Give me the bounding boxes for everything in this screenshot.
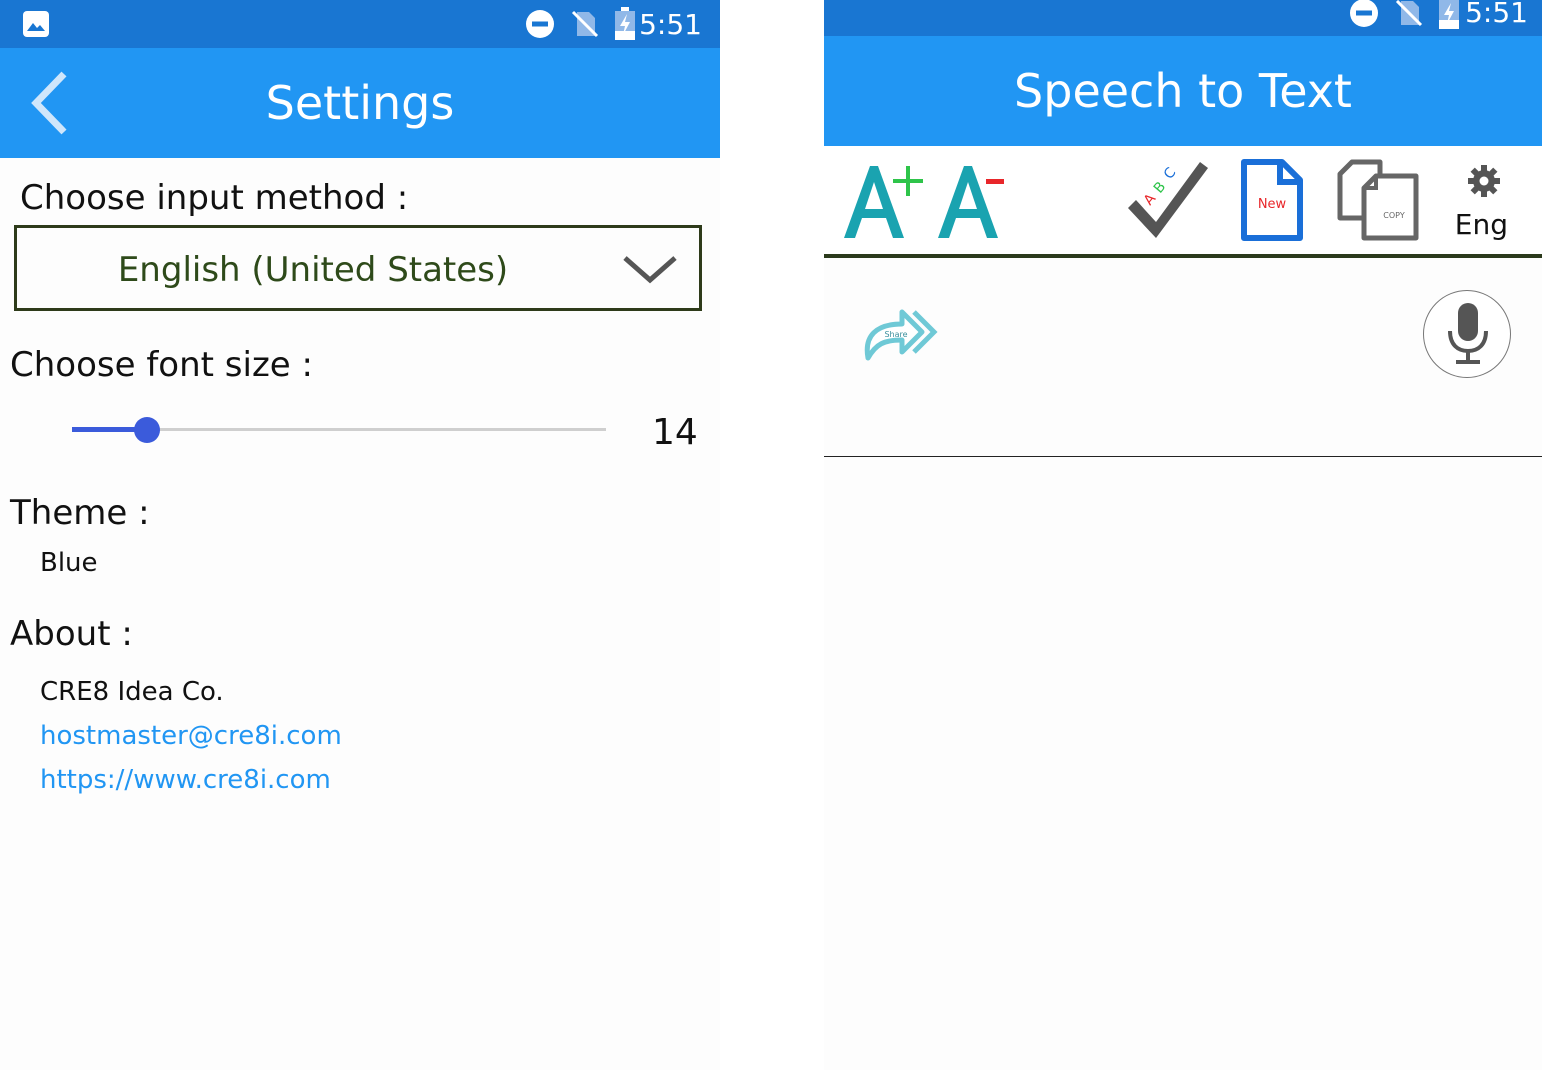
page-title: Speech to Text: [1014, 64, 1352, 118]
about-label: About :: [10, 614, 133, 654]
no-sim-icon: [1395, 0, 1423, 27]
speech-to-text-screen: 5:51 Speech to Text A B C New COPY Eng S…: [824, 0, 1542, 1070]
app-bar: Speech to Text: [824, 36, 1542, 146]
status-clock: 5:51: [639, 8, 702, 41]
spell-letter-b: B: [1151, 179, 1169, 197]
company-name: CRE8 Idea Co.: [40, 677, 224, 707]
toolbar-divider: [824, 254, 1542, 258]
input-method-label: Choose input method :: [20, 178, 409, 218]
spell-letter-a: A: [1141, 191, 1160, 209]
font-size-label: Choose font size :: [10, 345, 313, 385]
share-label: Share: [884, 330, 907, 339]
page-title: Settings: [265, 76, 455, 130]
dnd-icon: [526, 10, 554, 38]
status-bar: 5:51: [824, 0, 1542, 36]
image-icon: [23, 11, 49, 37]
font-increase-icon[interactable]: [842, 160, 924, 242]
language-label[interactable]: Eng: [1455, 208, 1508, 241]
text-area-divider: [824, 456, 1542, 457]
spell-letter-c: C: [1161, 165, 1180, 183]
copy-icon[interactable]: COPY: [1336, 158, 1420, 242]
new-document-icon[interactable]: New: [1240, 158, 1304, 242]
chevron-down-icon: [623, 256, 677, 284]
font-size-slider-thumb[interactable]: [133, 417, 160, 443]
font-decrease-icon[interactable]: [936, 160, 1018, 242]
settings-screen: 5:51 Settings Choose input method : Engl…: [0, 0, 720, 1070]
theme-label: Theme :: [10, 493, 150, 533]
new-label: New: [1258, 197, 1287, 212]
status-clock: 5:51: [1465, 0, 1528, 29]
input-method-value: English (United States): [117, 250, 509, 290]
font-size-value: 14: [652, 412, 698, 453]
website-link[interactable]: https://www.cre8i.com: [40, 765, 331, 795]
theme-value[interactable]: Blue: [40, 548, 98, 578]
dnd-icon: [1350, 0, 1378, 27]
battery-icon: [1439, 0, 1459, 29]
battery-icon: [615, 7, 635, 40]
app-bar: Settings: [0, 48, 720, 158]
spell-check-icon[interactable]: A B C: [1122, 156, 1210, 244]
copy-label: COPY: [1383, 211, 1405, 220]
no-sim-icon: [571, 10, 599, 38]
microphone-icon: [1448, 303, 1488, 364]
share-icon[interactable]: Share: [862, 308, 938, 364]
microphone-button[interactable]: [1423, 290, 1511, 378]
email-link[interactable]: hostmaster@cre8i.com: [40, 721, 342, 751]
gear-icon[interactable]: [1467, 164, 1501, 198]
status-bar: 5:51: [0, 0, 720, 48]
input-method-dropdown[interactable]: English (United States): [14, 225, 702, 311]
